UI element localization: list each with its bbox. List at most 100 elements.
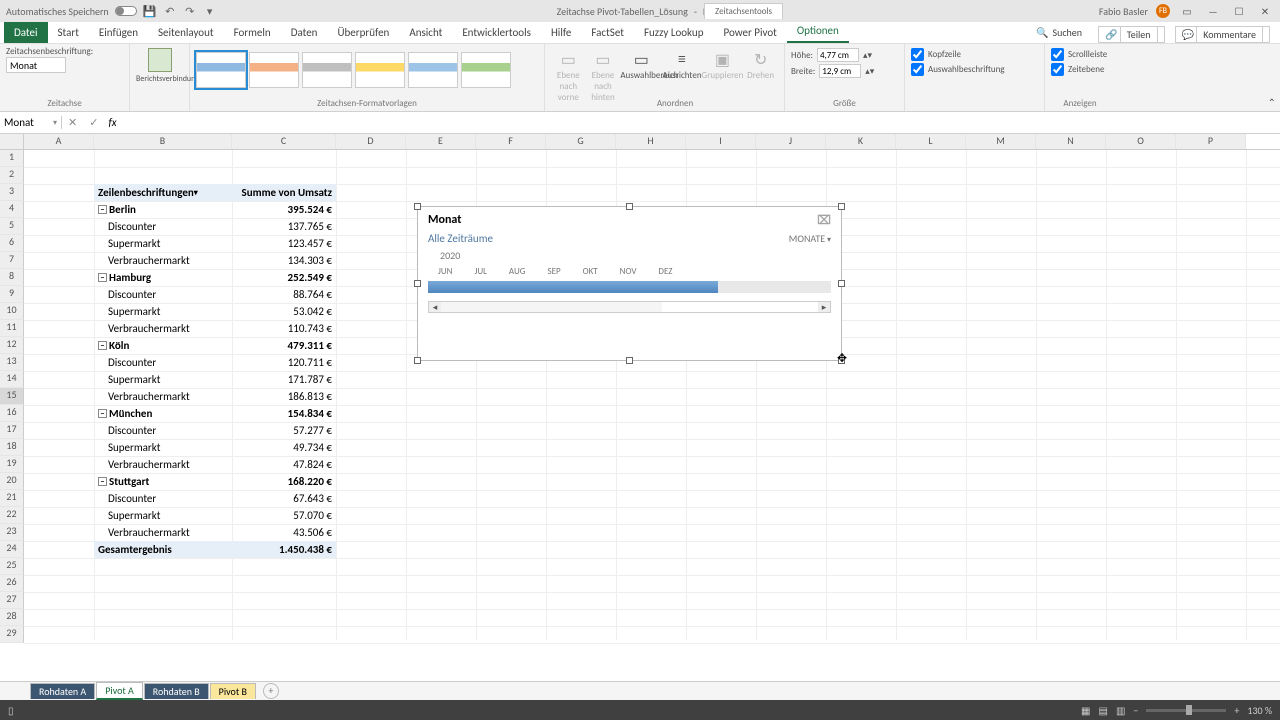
sheet-tab[interactable]: Rohdaten A xyxy=(30,683,95,699)
scroll-right-icon[interactable]: ▸ xyxy=(818,302,830,312)
row-header[interactable]: 2 xyxy=(0,167,24,184)
pivot-cell[interactable]: Verbrauchermarkt xyxy=(94,524,232,541)
slicer-month[interactable]: AUG xyxy=(509,266,526,277)
row-header[interactable]: 13 xyxy=(0,354,24,371)
row-header[interactable]: 6 xyxy=(0,235,24,252)
ribbon-options-icon[interactable]: ▭ xyxy=(1178,5,1196,18)
scroll-left-icon[interactable]: ◂ xyxy=(429,302,441,312)
sheet-tab-bar[interactable]: Rohdaten APivot ARohdaten BPivot B + xyxy=(0,681,1280,700)
row-header[interactable]: 16 xyxy=(0,405,24,422)
contextual-tab-timeline[interactable]: Zeitachsentools xyxy=(704,3,783,19)
undo-icon[interactable]: ↶ xyxy=(163,4,177,18)
column-headers[interactable]: ABCDEFGHIJKLMNOP xyxy=(0,134,1280,150)
minimize-icon[interactable]: — xyxy=(1204,5,1222,18)
row-header[interactable]: 4 xyxy=(0,201,24,218)
row-headers[interactable]: 1234567891011121314151617181920212223242… xyxy=(0,150,24,640)
header-checkbox[interactable] xyxy=(911,48,924,61)
row-header[interactable]: 3 xyxy=(0,184,24,201)
row-header[interactable]: 8 xyxy=(0,269,24,286)
pivot-cell[interactable]: Discounter xyxy=(94,354,232,371)
sheet-tab[interactable]: Pivot A xyxy=(96,682,143,700)
col-header-E[interactable]: E xyxy=(406,134,476,149)
col-header-C[interactable]: C xyxy=(232,134,336,149)
name-box[interactable]: Monat xyxy=(0,116,62,129)
qat-dropdown-icon[interactable]: ▾ xyxy=(203,4,217,18)
scroll-thumb[interactable] xyxy=(441,302,662,312)
sheet-tab[interactable]: Pivot B xyxy=(210,683,256,699)
pivot-cell[interactable]: Verbrauchermarkt xyxy=(94,388,232,405)
pivot-cell[interactable]: 134.303 € xyxy=(232,252,336,269)
col-header-M[interactable]: M xyxy=(966,134,1036,149)
zoom-slider[interactable] xyxy=(1146,709,1226,712)
row-header[interactable]: 14 xyxy=(0,371,24,388)
ribbon-tab-start[interactable]: Start xyxy=(48,22,89,43)
pivot-cell[interactable]: −Berlin xyxy=(94,201,232,218)
ribbon-tab-ansicht[interactable]: Ansicht xyxy=(399,22,452,43)
pivot-cell[interactable]: 88.764 € xyxy=(232,286,336,303)
status-record-icon[interactable]: ▯ xyxy=(8,704,14,717)
pivot-cell[interactable]: 57.277 € xyxy=(232,422,336,439)
sheet-tab[interactable]: Rohdaten B xyxy=(144,683,209,699)
zoom-out-icon[interactable]: − xyxy=(1133,704,1138,717)
pivot-cell[interactable]: 110.743 € xyxy=(232,320,336,337)
pivot-cell[interactable]: 43.506 € xyxy=(232,524,336,541)
row-header[interactable]: 23 xyxy=(0,524,24,541)
report-connections-icon[interactable] xyxy=(148,48,172,72)
pivot-cell[interactable]: 120.711 € xyxy=(232,354,336,371)
select-all-triangle[interactable] xyxy=(0,134,24,149)
resize-handle[interactable] xyxy=(414,357,421,364)
add-sheet-button[interactable]: + xyxy=(263,683,279,699)
ribbon-tab-daten[interactable]: Daten xyxy=(281,22,328,43)
save-icon[interactable]: 💾 xyxy=(143,4,157,18)
timeline-style-swatch[interactable] xyxy=(302,52,352,88)
align-button[interactable]: Ausrichten xyxy=(662,70,701,81)
pivot-cell[interactable]: Discounter xyxy=(94,286,232,303)
ribbon-tab-einfügen[interactable]: Einfügen xyxy=(89,22,148,43)
col-header-K[interactable]: K xyxy=(826,134,896,149)
ribbon-tab-fuzzy lookup[interactable]: Fuzzy Lookup xyxy=(634,22,714,43)
pivot-cell[interactable]: 186.813 € xyxy=(232,388,336,405)
user-name[interactable]: Fabio Basler xyxy=(1099,5,1148,18)
pivot-cell[interactable]: Discounter xyxy=(94,218,232,235)
pivot-cell[interactable]: 154.834 € xyxy=(232,405,336,422)
col-header-N[interactable]: N xyxy=(1036,134,1106,149)
resize-handle[interactable] xyxy=(414,203,421,210)
resize-handle[interactable] xyxy=(626,203,633,210)
col-header-G[interactable]: G xyxy=(546,134,616,149)
pivot-cell[interactable]: 47.824 € xyxy=(232,456,336,473)
pivot-cell[interactable]: 137.765 € xyxy=(232,218,336,235)
pivot-cell[interactable]: 479.311 € xyxy=(232,337,336,354)
row-header[interactable]: 19 xyxy=(0,456,24,473)
pivot-cell[interactable]: Zeilenbeschriftungen ▾ xyxy=(94,184,232,201)
timeline-style-swatch[interactable] xyxy=(461,52,511,88)
pivot-cell[interactable]: 123.457 € xyxy=(232,235,336,252)
pivot-cell[interactable]: Verbrauchermarkt xyxy=(94,252,232,269)
pivot-cell[interactable]: Summe von Umsatz xyxy=(232,184,336,201)
timeline-style-swatch[interactable] xyxy=(249,52,299,88)
col-header-A[interactable]: A xyxy=(24,134,94,149)
pivot-cell[interactable]: −Stuttgart xyxy=(94,473,232,490)
ribbon-tab-überprüfen[interactable]: Überprüfen xyxy=(327,22,399,43)
ribbon-tab-factset[interactable]: FactSet xyxy=(581,22,634,43)
width-input[interactable] xyxy=(819,64,861,78)
slicer-month[interactable]: DEZ xyxy=(658,266,672,277)
pivot-cell[interactable]: Verbrauchermarkt xyxy=(94,320,232,337)
col-header-P[interactable]: P xyxy=(1176,134,1246,149)
comments-button[interactable]: 💬 Kommentare xyxy=(1175,26,1270,43)
slicer-month[interactable]: OKT xyxy=(583,266,598,277)
ribbon-tab-formeln[interactable]: Formeln xyxy=(224,22,281,43)
pivot-cell[interactable]: Discounter xyxy=(94,422,232,439)
row-header[interactable]: 25 xyxy=(0,558,24,575)
row-header[interactable]: 27 xyxy=(0,592,24,609)
report-connections-button[interactable]: Berichtsverbindungen xyxy=(136,74,183,84)
resize-handle[interactable] xyxy=(626,357,633,364)
sellabel-checkbox[interactable] xyxy=(911,63,924,76)
search-label[interactable]: Suchen xyxy=(1052,26,1082,43)
pivot-cell[interactable]: −Köln xyxy=(94,337,232,354)
slicer-month[interactable]: NOV xyxy=(620,266,637,277)
row-header[interactable]: 11 xyxy=(0,320,24,337)
pivot-cell[interactable]: Supermarkt xyxy=(94,439,232,456)
zoom-in-icon[interactable]: + xyxy=(1234,704,1239,717)
selection-pane-button[interactable]: Auswahlbereich xyxy=(620,70,662,81)
row-header[interactable]: 18 xyxy=(0,439,24,456)
